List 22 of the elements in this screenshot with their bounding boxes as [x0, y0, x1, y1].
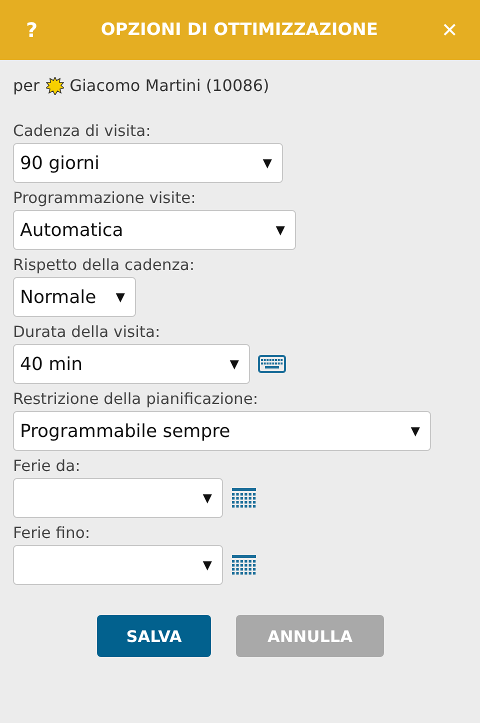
field-label: Ferie da:: [13, 457, 82, 475]
calendar-icon[interactable]: [231, 554, 257, 576]
dropdown-field[interactable]: Programmabile sempre ▼: [13, 411, 431, 451]
field-label: Ferie fino:: [13, 524, 92, 542]
dropdown-field[interactable]: ▼: [13, 545, 223, 585]
sun-icon: [46, 76, 64, 94]
dropdown-field[interactable]: ▼: [13, 478, 223, 518]
dropdown-field[interactable]: Automatica ▼: [13, 210, 296, 250]
field-label: Programmazione visite:: [13, 189, 197, 207]
field-label: Restrizione della pianificazione:: [13, 390, 260, 408]
window-title: OPZIONI DI OTTIMIZZAZIONE: [100, 20, 378, 40]
field-label: Cadenza di visita:: [13, 122, 152, 140]
save-button[interactable]: SALVA: [97, 615, 211, 657]
subject-prefix: per: [13, 76, 40, 95]
subject-name: Giacomo Martini (10086): [70, 76, 270, 95]
calendar-icon[interactable]: [231, 487, 257, 509]
dropdown-field[interactable]: 90 giorni ▼: [13, 143, 283, 183]
field-label: Rispetto della cadenza:: [13, 256, 196, 274]
dropdown-field[interactable]: 40 min ▼: [13, 344, 250, 384]
dropdown-field[interactable]: Normale ▼: [13, 277, 136, 317]
field-label: Durata della visita:: [13, 323, 162, 341]
keyboard-icon[interactable]: [258, 355, 286, 373]
